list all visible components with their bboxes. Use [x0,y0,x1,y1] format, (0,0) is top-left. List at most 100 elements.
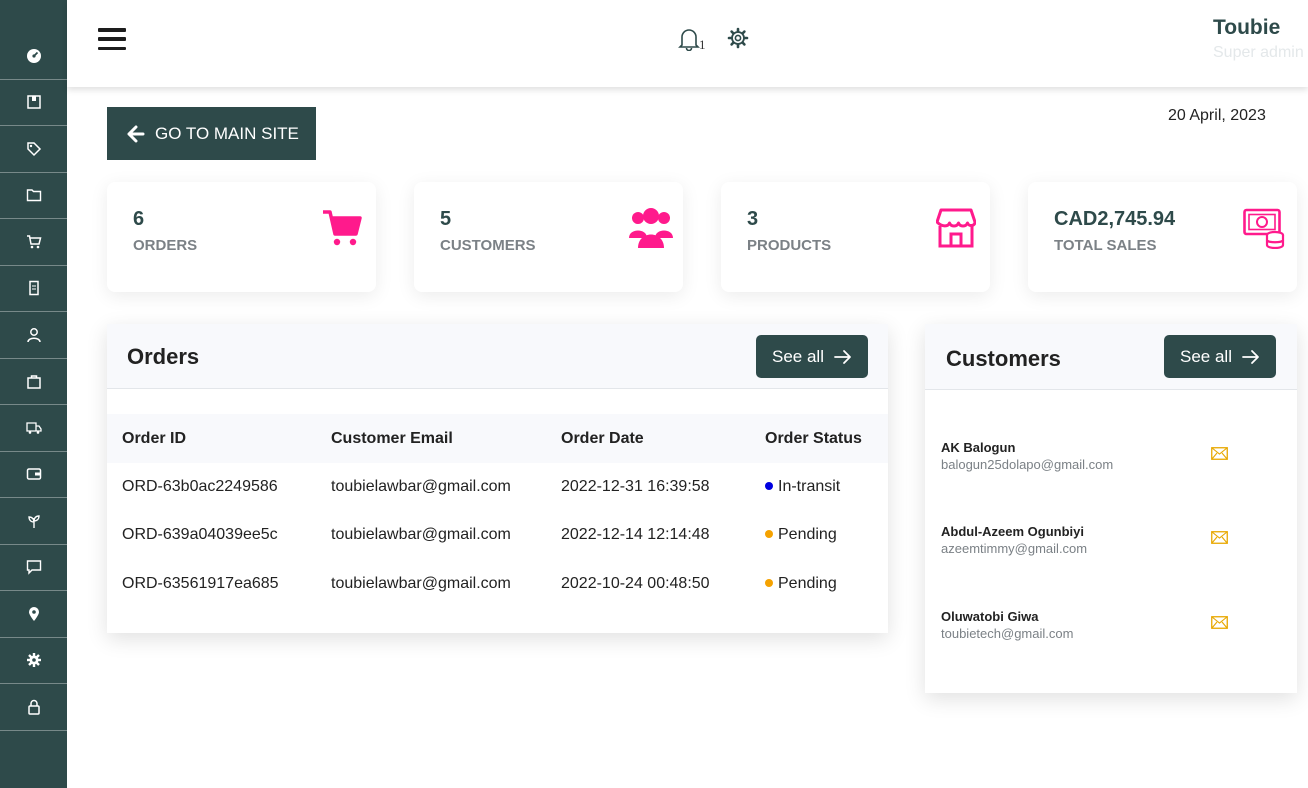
sidebar-item-bag[interactable] [0,359,67,405]
customer-email: toubietech@gmail.com [941,626,1074,641]
table-row[interactable]: ORD-63561917ea685 toubielawbar@gmail.com… [107,560,888,608]
document-icon [28,281,39,296]
order-date: 2022-10-24 00:48:50 [561,575,710,592]
customers-title: Customers [946,346,1061,371]
order-id: ORD-63b0ac2249586 [122,478,278,495]
sidebar [0,0,67,788]
go-to-main-site-button[interactable]: GO TO MAIN SITE [107,107,316,160]
status-label: Pending [778,526,837,543]
leaf-icon [27,515,40,528]
stat-card-total-sales[interactable]: CAD2,745.94 TOTAL SALES [1028,182,1297,292]
order-id: ORD-639a04039ee5c [122,526,278,543]
notification-count: 1 [699,37,706,52]
stat-value: 5 [440,208,452,230]
sidebar-item-wallet[interactable] [0,452,67,498]
table-row[interactable]: ORD-639a04039ee5c toubielawbar@gmail.com… [107,511,888,559]
stat-label: CUSTOMERS [440,237,536,254]
cart-icon [26,235,41,249]
sidebar-item-cart[interactable] [0,219,67,266]
sidebar-item-document[interactable] [0,266,67,312]
column-header-order-status[interactable]: Order Status [765,430,862,448]
status-dot [765,482,773,490]
money-icon [1243,208,1285,249]
stat-value: 3 [747,208,759,230]
status-label: Pending [778,575,837,592]
customers-panel-header: Customers See all [925,324,1297,390]
stat-label: PRODUCTS [747,237,832,254]
location-icon [28,606,39,621]
folder-icon [26,189,41,202]
arrow-right-icon [1242,349,1259,364]
envelope-icon[interactable] [1211,447,1228,460]
user-icon [26,327,41,342]
store-icon [936,208,976,248]
sidebar-item-dashboard[interactable] [0,33,67,80]
see-all-label: See all [1180,346,1232,366]
customer-email: balogun25dolapo@gmail.com [941,457,1114,472]
menu-toggle-button[interactable] [98,28,126,50]
arrow-left-icon [127,125,145,142]
stat-label: TOTAL SALES [1054,237,1157,254]
orders-panel-header: Orders See all [107,324,888,389]
order-date: 2022-12-14 12:14:48 [561,526,710,543]
column-header-customer-email[interactable]: Customer Email [331,430,453,448]
stat-card-customers[interactable]: 5 CUSTOMERS [414,182,683,292]
sidebar-item-settings[interactable] [0,638,67,684]
sidebar-item-box[interactable] [0,80,67,126]
order-status: Pending [765,526,837,544]
list-item[interactable]: Oluwatobi Giwa toubietech@gmail.com [941,609,1281,649]
status-dot [765,579,773,587]
sidebar-item-folder[interactable] [0,173,67,219]
hamburger-line [98,28,126,32]
gear-icon[interactable] [727,27,749,49]
column-header-order-date[interactable]: Order Date [561,430,644,448]
hamburger-line [98,46,126,50]
status-dot [765,530,773,538]
top-bar: 1 Toubie Super admin [67,0,1308,87]
list-item[interactable]: Abdul-Azeem Ogunbiyi azeemtimmy@gmail.co… [941,524,1281,564]
orders-title: Orders [127,344,200,369]
tags-icon [26,142,41,156]
sidebar-item-shipping[interactable] [0,405,67,452]
sidebar-item-leaf[interactable] [0,498,67,545]
customer-name: Oluwatobi Giwa [941,609,1039,624]
sidebar-item-location[interactable] [0,591,67,638]
list-item[interactable]: AK Balogun balogun25dolapo@gmail.com [941,440,1281,480]
status-label: In-transit [778,478,841,495]
see-all-label: See all [772,346,824,366]
sidebar-item-user[interactable] [0,312,67,359]
column-header-order-id[interactable]: Order ID [122,430,186,448]
customer-email: toubielawbar@gmail.com [331,478,511,495]
envelope-icon[interactable] [1211,616,1228,629]
order-id: ORD-63561917ea685 [122,575,279,592]
dashboard-icon [26,48,41,63]
stat-card-products[interactable]: 3 PRODUCTS [721,182,990,292]
order-status: In-transit [765,478,840,496]
customers-panel: Customers See all AK Balogun balogun25do… [925,324,1297,693]
customer-name: AK Balogun [941,440,1016,455]
arrow-right-icon [834,349,851,364]
stat-card-orders[interactable]: 6 ORDERS [107,182,376,292]
table-row[interactable]: ORD-63b0ac2249586 toubielawbar@gmail.com… [107,463,888,511]
users-icon [629,208,673,248]
stat-value: CAD2,745.94 [1054,208,1176,230]
customer-name: Abdul-Azeem Ogunbiyi [941,524,1084,539]
orders-see-all-button[interactable]: See all [756,335,868,378]
current-date: 20 April, 2023 [1168,107,1266,124]
customer-email: toubielawbar@gmail.com [331,526,511,543]
chat-icon [26,560,41,575]
user-name[interactable]: Toubie [1213,16,1280,40]
bag-icon [26,375,41,389]
shipping-icon [25,422,42,434]
sidebar-item-tags[interactable] [0,126,67,173]
order-status: Pending [765,575,837,593]
order-date: 2022-12-31 16:39:58 [561,478,710,495]
customer-email: toubielawbar@gmail.com [331,575,511,592]
customers-see-all-button[interactable]: See all [1164,335,1276,378]
stat-label: ORDERS [133,237,198,254]
sidebar-item-lock[interactable] [0,684,67,731]
hamburger-line [98,37,126,41]
sidebar-item-chat[interactable] [0,545,67,591]
envelope-icon[interactable] [1211,531,1228,544]
bell-icon[interactable] [678,27,700,51]
